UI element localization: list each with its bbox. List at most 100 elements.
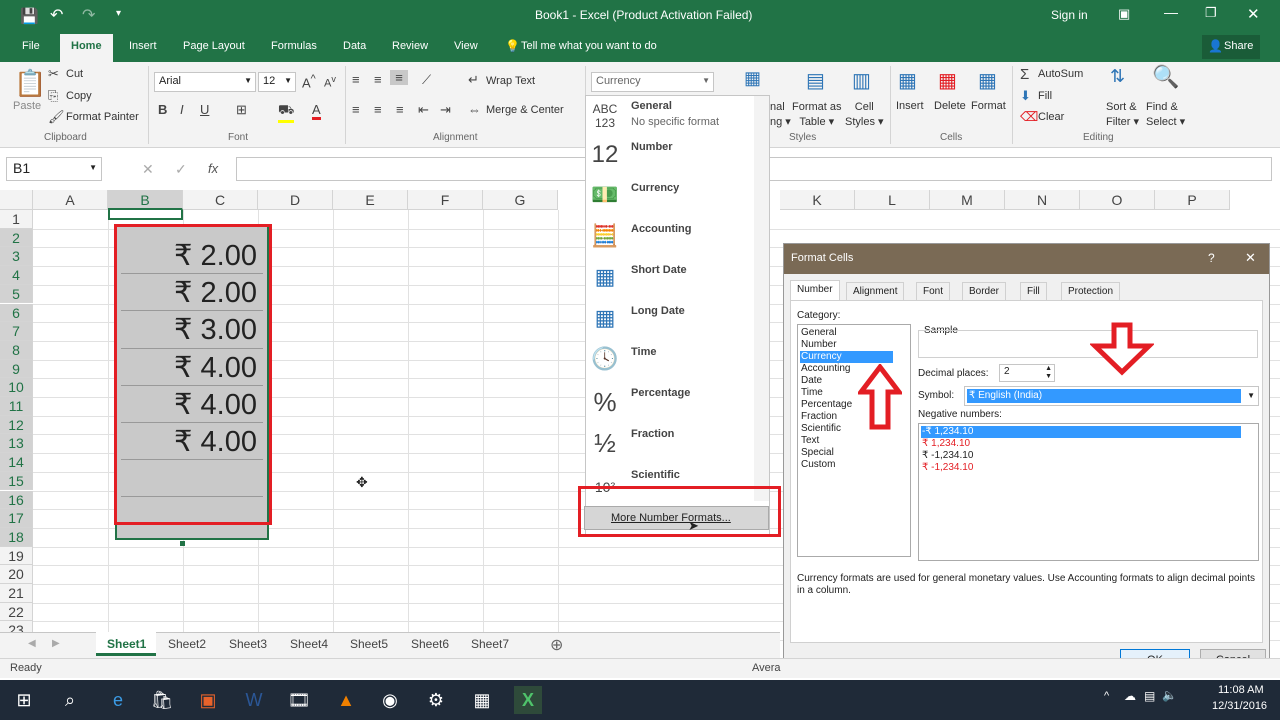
underline-icon[interactable]: U [200, 102, 209, 117]
row-header[interactable]: 15 [0, 471, 33, 491]
sheet-tab-1[interactable]: Sheet1 [107, 637, 146, 651]
row-header[interactable]: 4 [0, 266, 33, 285]
store-icon[interactable]: 🛍 [148, 686, 176, 714]
autosum-button[interactable]: AutoSum [1038, 68, 1083, 80]
align-top-icon[interactable]: ≡ [352, 72, 360, 87]
row-header[interactable]: 21 [0, 584, 33, 603]
merge-center-icon[interactable]: ⇔ [468, 102, 481, 117]
negative-option[interactable]: ₹ 1,234.10 [922, 438, 970, 449]
row-header[interactable]: 17 [0, 509, 33, 528]
insert-cells-button[interactable]: Insert [896, 100, 924, 112]
help-icon[interactable]: ? [1208, 251, 1215, 265]
tab-review[interactable]: Review [392, 40, 428, 52]
column-header-a[interactable]: A [33, 190, 108, 210]
cut-button[interactable]: Cut [66, 68, 83, 80]
cell-styles-button[interactable]: Cell Styles ▾ [845, 100, 884, 130]
name-box[interactable]: B1 ▼ [6, 157, 102, 181]
category-accounting[interactable]: Accounting [801, 363, 850, 374]
column-header-n[interactable]: N [1005, 190, 1080, 210]
number-format-select[interactable]: Currency ▼ [591, 72, 714, 92]
format-option-fraction[interactable]: ½ Fraction [586, 424, 769, 465]
close-icon[interactable]: ✕ [1245, 250, 1256, 266]
category-general[interactable]: General [801, 327, 837, 338]
format-cells-button[interactable]: Format [971, 100, 1006, 112]
row-header[interactable]: 6 [0, 303, 33, 323]
cancel-entry-icon[interactable]: ✕ [142, 161, 154, 178]
negative-option[interactable]: ₹ -1,234.10 [922, 450, 973, 461]
tab-formulas[interactable]: Formulas [271, 40, 317, 52]
app-icon[interactable]: ⚙ [422, 686, 450, 714]
row-header[interactable]: 11 [0, 397, 33, 416]
tab-protection[interactable]: Protection [1061, 282, 1121, 300]
font-name-select[interactable]: Arial ▼ [154, 72, 256, 92]
paste-label[interactable]: Paste [13, 100, 41, 112]
row-header[interactable]: 5 [0, 284, 33, 304]
bold-icon[interactable]: B [158, 102, 167, 117]
category-fraction[interactable]: Fraction [801, 411, 837, 422]
tray-chevron-icon[interactable]: ^ [1104, 690, 1109, 702]
edge-icon[interactable]: e [104, 686, 132, 714]
row-header[interactable]: 16 [0, 490, 33, 510]
fill-color-icon[interactable]: ⛟ [278, 102, 295, 123]
row-header[interactable]: 20 [0, 565, 33, 584]
find-select-button[interactable]: Find & Select ▾ [1146, 100, 1185, 130]
increase-font-icon[interactable]: A^ [302, 73, 316, 90]
column-header-c[interactable]: C [183, 190, 258, 210]
category-special[interactable]: Special [801, 447, 834, 458]
select-all-corner[interactable] [0, 190, 33, 210]
row-header[interactable]: 19 [0, 546, 33, 566]
clear-button[interactable]: Clear [1038, 111, 1064, 123]
category-text[interactable]: Text [801, 435, 819, 446]
tiles-icon[interactable]: ▦ [468, 686, 496, 714]
font-size-select[interactable]: 12 ▼ [258, 72, 296, 92]
category-currency[interactable]: Currency [801, 351, 842, 362]
symbol-select[interactable]: ₹ English (India) ▼ [964, 386, 1259, 406]
copy-icon[interactable]: ⎘ [48, 88, 58, 104]
fill-button[interactable]: Fill [1038, 90, 1052, 102]
sheet-tab-5[interactable]: Sheet5 [350, 637, 388, 651]
share-button[interactable]: 👤 Share [1202, 35, 1260, 59]
align-center-icon[interactable]: ≡ [374, 102, 382, 117]
windows-start-icon[interactable]: ⊞ [10, 686, 38, 714]
tell-me-box[interactable]: Tell me what you want to do [521, 40, 657, 52]
tab-data[interactable]: Data [343, 40, 366, 52]
tab-home[interactable]: Home [60, 34, 113, 62]
format-painter-button[interactable]: Format Painter [66, 111, 139, 123]
add-sheet-icon[interactable]: ⊕ [550, 635, 563, 655]
sheet-tab-4[interactable]: Sheet4 [290, 637, 328, 651]
find-select-icon[interactable]: 🔍 [1152, 64, 1179, 90]
tab-number[interactable]: Number [790, 280, 840, 301]
category-custom[interactable]: Custom [801, 459, 835, 470]
column-header-e[interactable]: E [333, 190, 408, 210]
fill-handle[interactable] [180, 541, 185, 546]
qat-customize-icon[interactable]: ▾ [116, 8, 121, 19]
column-header-o[interactable]: O [1080, 190, 1155, 210]
negative-option[interactable]: -₹ 1,234.10 [922, 426, 973, 437]
category-percentage[interactable]: Percentage [801, 399, 852, 410]
minimize-icon[interactable]: — [1164, 4, 1178, 20]
format-painter-icon[interactable]: 🖌 [48, 109, 65, 125]
sort-filter-icon[interactable]: ⇅ [1110, 66, 1125, 87]
sheet-tab-6[interactable]: Sheet6 [411, 637, 449, 651]
row-header[interactable]: 3 [0, 247, 33, 267]
vlc-icon[interactable]: ▲ [332, 686, 360, 714]
scroll-left-icon[interactable]: ◀ [28, 638, 36, 649]
tab-insert[interactable]: Insert [129, 40, 157, 52]
sign-in-link[interactable]: Sign in [1051, 8, 1088, 22]
row-header[interactable]: 22 [0, 602, 33, 622]
row-header[interactable]: 10 [0, 378, 33, 397]
category-scientific[interactable]: Scientific [801, 423, 841, 434]
ribbon-display-icon[interactable]: ▣ [1118, 6, 1130, 22]
merge-center-button[interactable]: Merge & Center [486, 104, 564, 116]
row-header[interactable]: 9 [0, 359, 33, 379]
confirm-entry-icon[interactable]: ✓ [175, 161, 187, 178]
save-icon[interactable]: 💾 [20, 7, 39, 25]
format-option-accounting[interactable]: 🧮 Accounting [586, 219, 769, 260]
column-header-p[interactable]: P [1155, 190, 1230, 210]
tab-border[interactable]: Border [962, 282, 1007, 300]
fill-icon[interactable]: ⬇ [1020, 88, 1031, 104]
wrap-text-icon[interactable]: ↵ [468, 72, 479, 88]
format-option-currency[interactable]: 💵 Currency [586, 178, 769, 219]
maximize-icon[interactable]: ❐ [1205, 5, 1217, 21]
row-header[interactable]: 18 [0, 527, 33, 547]
